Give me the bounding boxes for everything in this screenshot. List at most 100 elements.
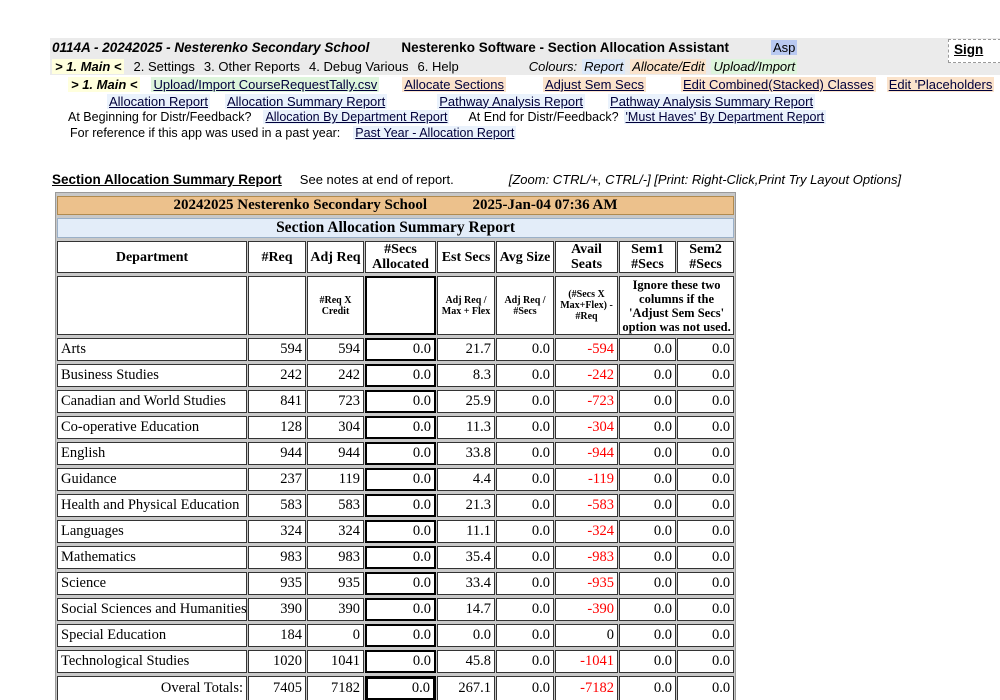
cell-sem2-secs: 0.0 bbox=[677, 338, 734, 361]
table-row: Health and Physical Education5835830.021… bbox=[57, 494, 734, 517]
cell-avg-size: 0.0 bbox=[496, 650, 554, 673]
cell-sem1-secs: 0.0 bbox=[619, 338, 676, 361]
past-year-report-link[interactable]: Past Year - Allocation Report bbox=[353, 126, 516, 140]
app-title: Nesterenko Software - Section Allocation… bbox=[401, 40, 729, 55]
cell-avg-size: 0.0 bbox=[496, 546, 554, 569]
cell-est-secs: 267.1 bbox=[437, 676, 495, 700]
col-req: #Req bbox=[248, 241, 306, 273]
menu-item-main-active[interactable]: > 1. Main < bbox=[52, 59, 124, 74]
page-title: Section Allocation Summary Report bbox=[52, 172, 282, 187]
menu-item-help[interactable]: 6. Help bbox=[418, 59, 459, 74]
pathway-analysis-report-link[interactable]: Pathway Analysis Report bbox=[437, 94, 585, 109]
table-row: Languages3243240.011.10.0-3240.00.0 bbox=[57, 520, 734, 543]
cell-req: 1020 bbox=[248, 650, 306, 673]
cell-adj-req: 723 bbox=[307, 390, 364, 413]
cell-sem2-secs: 0.0 bbox=[677, 416, 734, 439]
table-school-row: 20242025 Nesterenko Secondary School 202… bbox=[57, 196, 734, 215]
cell-secs-allocated: 0.0 bbox=[365, 520, 436, 543]
cell-sem1-secs: 0.0 bbox=[619, 546, 676, 569]
table-row: Co-operative Education1283040.011.30.0-3… bbox=[57, 416, 734, 439]
subhdr-est-secs: Adj Req / Max + Flex bbox=[437, 276, 495, 335]
cell-avail-seats: -7182 bbox=[555, 676, 618, 700]
col-secs-allocated: #Secs Allocated bbox=[365, 241, 436, 273]
edit-combined-link[interactable]: Edit Combined(Stacked) Classes bbox=[681, 77, 876, 92]
cell-req: 7405 bbox=[248, 676, 306, 700]
cell-avg-size: 0.0 bbox=[496, 494, 554, 517]
pathway-analysis-summary-report-link[interactable]: Pathway Analysis Summary Report bbox=[608, 94, 815, 109]
allocation-by-department-report-link[interactable]: Allocation By Department Report bbox=[263, 110, 449, 124]
col-department: Department bbox=[57, 241, 247, 273]
end-label: At End for Distr/Feedback? bbox=[468, 110, 618, 124]
table-row: Mathematics9839830.035.40.0-9830.00.0 bbox=[57, 546, 734, 569]
cell-secs-allocated: 0.0 bbox=[365, 442, 436, 465]
cell-secs-allocated: 0.0 bbox=[365, 364, 436, 387]
cell-avg-size: 0.0 bbox=[496, 416, 554, 439]
table-row: Business Studies2422420.08.30.0-2420.00.… bbox=[57, 364, 734, 387]
school-title: 0114A - 20242025 - Nesterenko Secondary … bbox=[52, 40, 369, 55]
table-row: Canadian and World Studies8417230.025.90… bbox=[57, 390, 734, 413]
cell-est-secs: 33.4 bbox=[437, 572, 495, 595]
nav-main-active[interactable]: > 1. Main < bbox=[68, 77, 140, 92]
table-row: Social Sciences and Humanities3903900.01… bbox=[57, 598, 734, 621]
cell-adj-req: 0 bbox=[307, 624, 364, 647]
cell-avg-size: 0.0 bbox=[496, 364, 554, 387]
adjust-sem-secs-link[interactable]: Adjust Sem Secs bbox=[543, 77, 646, 92]
cell-department: Special Education bbox=[57, 624, 247, 647]
cell-department: Guidance bbox=[57, 468, 247, 491]
sub-header-row: #Req X Credit Adj Req / Max + Flex Adj R… bbox=[57, 276, 734, 335]
cell-sem1-secs: 0.0 bbox=[619, 520, 676, 543]
cell-department: Languages bbox=[57, 520, 247, 543]
cell-est-secs: 21.3 bbox=[437, 494, 495, 517]
subhdr-avg-size: Adj Req / #Secs bbox=[496, 276, 554, 335]
cell-sem1-secs: 0.0 bbox=[619, 468, 676, 491]
subhdr-avail-seats: (#Secs X Max+Flex) - #Req bbox=[555, 276, 618, 335]
must-haves-report-link[interactable]: 'Must Haves' By Department Report bbox=[624, 110, 827, 124]
past-year-label: For reference if this app was used in a … bbox=[70, 126, 340, 140]
cell-secs-allocated: 0.0 bbox=[365, 572, 436, 595]
table-body: Arts5945940.021.70.0-5940.00.0Business S… bbox=[57, 338, 734, 700]
cell-req: 390 bbox=[248, 598, 306, 621]
cell-sem2-secs: 0.0 bbox=[677, 546, 734, 569]
cell-adj-req: 242 bbox=[307, 364, 364, 387]
cell-sem2-secs: 0.0 bbox=[677, 598, 734, 621]
menu-item-other-reports[interactable]: 3. Other Reports bbox=[204, 59, 300, 74]
allocate-sections-link[interactable]: Allocate Sections bbox=[402, 77, 506, 92]
cell-sem1-secs: 0.0 bbox=[619, 416, 676, 439]
upload-import-link[interactable]: Upload/Import CourseRequestTally.csv bbox=[151, 77, 379, 92]
allocation-report-link[interactable]: Allocation Report bbox=[107, 94, 210, 109]
allocation-summary-report-link[interactable]: Allocation Summary Report bbox=[225, 94, 387, 109]
legend-upload-import: Upload/Import bbox=[711, 59, 797, 74]
title-bar: 0114A - 20242025 - Nesterenko Secondary … bbox=[50, 38, 1000, 75]
cell-avg-size: 0.0 bbox=[496, 624, 554, 647]
cell-avg-size: 0.0 bbox=[496, 442, 554, 465]
sign-out-link[interactable]: Sign bbox=[948, 39, 1000, 63]
col-avg-size: Avg Size bbox=[496, 241, 554, 273]
beginning-label: At Beginning for Distr/Feedback? bbox=[68, 110, 251, 124]
table-datetime: 2025-Jan-04 07:36 AM bbox=[473, 197, 618, 213]
cell-avail-seats: -242 bbox=[555, 364, 618, 387]
cell-est-secs: 14.7 bbox=[437, 598, 495, 621]
cell-avail-seats: -304 bbox=[555, 416, 618, 439]
cell-sem1-secs: 0.0 bbox=[619, 598, 676, 621]
cell-avg-size: 0.0 bbox=[496, 572, 554, 595]
edit-placeholders-link[interactable]: Edit 'Placeholders bbox=[887, 77, 995, 92]
col-est-secs: Est Secs bbox=[437, 241, 495, 273]
cell-department: Mathematics bbox=[57, 546, 247, 569]
cell-est-secs: 11.3 bbox=[437, 416, 495, 439]
cell-avail-seats: -1041 bbox=[555, 650, 618, 673]
cell-department: Arts bbox=[57, 338, 247, 361]
cell-sem1-secs: 0.0 bbox=[619, 364, 676, 387]
menu-item-debug-various[interactable]: 4. Debug Various bbox=[309, 59, 409, 74]
cell-department: Overal Totals: bbox=[57, 676, 247, 700]
cell-department: Science bbox=[57, 572, 247, 595]
cell-adj-req: 304 bbox=[307, 416, 364, 439]
cell-adj-req: 583 bbox=[307, 494, 364, 517]
cell-req: 324 bbox=[248, 520, 306, 543]
column-header-row: Department #Req Adj Req #Secs Allocated … bbox=[57, 241, 734, 273]
cell-sem2-secs: 0.0 bbox=[677, 650, 734, 673]
nav-row-reports: Allocation Report Allocation Summary Rep… bbox=[0, 93, 1000, 109]
cell-est-secs: 35.4 bbox=[437, 546, 495, 569]
cell-avail-seats: -983 bbox=[555, 546, 618, 569]
totals-row: Overal Totals:740571820.0267.10.0-71820.… bbox=[57, 676, 734, 700]
menu-item-settings[interactable]: 2. Settings bbox=[133, 59, 194, 74]
